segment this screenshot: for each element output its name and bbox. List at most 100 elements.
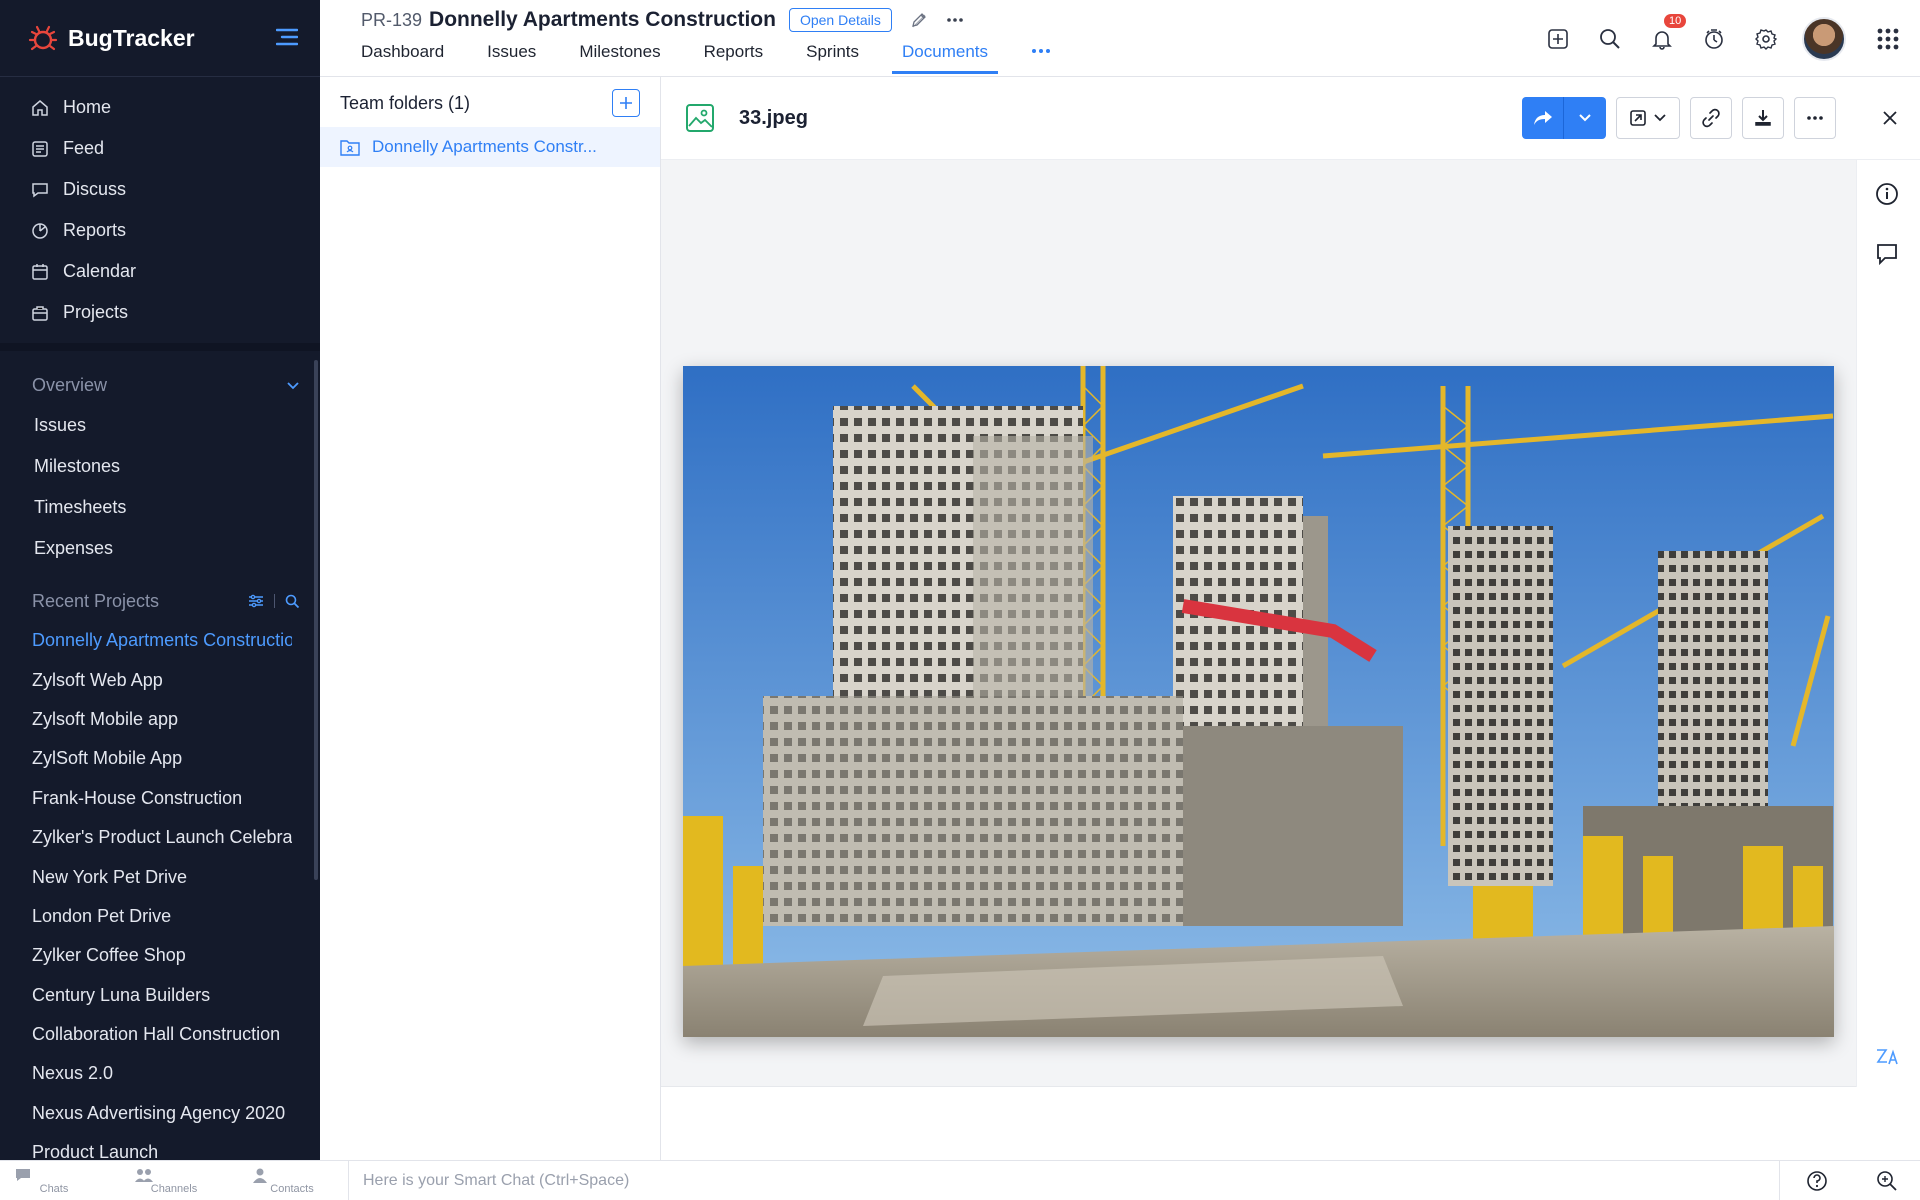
brand: BugTracker [0,0,320,77]
recent-project-item[interactable]: ZylSoft Mobile App [0,739,292,778]
nav-projects[interactable]: Projects [0,292,320,333]
nav-feed-label: Feed [63,138,105,158]
share-forward-icon[interactable] [1522,97,1564,139]
tab-issues[interactable]: Issues [487,42,536,75]
tab-sprints[interactable]: Sprints [806,42,859,75]
folder-item-label: Donnelly Apartments Constr... [372,137,597,156]
recent-project-item[interactable]: Frank-House Construction [0,779,292,818]
user-avatar-image [1802,16,1846,61]
channels-icon [134,1167,214,1183]
recent-project-item[interactable]: London Pet Drive [0,897,292,936]
recent-project-item[interactable]: Century Luna Builders [0,976,292,1015]
more-tabs-icon[interactable] [1031,42,1051,75]
tab-documents[interactable]: Documents [892,42,998,75]
main-nav: Home Feed Discuss Reports Calendar Proje… [0,77,320,343]
close-icon[interactable] [1860,110,1920,126]
smart-chat-input[interactable]: Here is your Smart Chat (Ctrl+Space) [348,1161,1780,1200]
comment-icon[interactable] [1875,242,1903,266]
open-external-icon [1630,110,1646,126]
share-split-button [1522,97,1606,139]
help-icon[interactable] [1806,1170,1828,1192]
notifications-bell-icon[interactable]: 10 [1636,13,1688,50]
overview-item-expenses[interactable]: Expenses [0,528,320,569]
chevron-down-icon[interactable] [1564,97,1606,139]
recent-project-item[interactable]: Nexus Advertising Agency 2020 [0,1094,292,1133]
add-new-icon[interactable] [1532,28,1584,50]
notification-count-badge: 10 [1664,13,1687,28]
sidebar-scrollbar[interactable] [314,360,318,880]
bottom-tab-chats[interactable]: Chats [14,1163,94,1195]
tab-dashboard[interactable]: Dashboard [361,42,444,75]
settings-gear-icon[interactable] [1740,28,1792,50]
home-icon [31,99,51,117]
menu-toggle-icon[interactable] [276,28,298,46]
bottom-bar: Chats Channels Contacts Here is your Sma… [0,1160,1920,1200]
chevron-down-icon [1654,114,1666,122]
recent-projects-header: Recent Projects [0,581,320,621]
team-folder-icon [340,138,360,156]
reports-icon [31,222,51,240]
nav-home[interactable]: Home [0,87,320,128]
overview-item-issues[interactable]: Issues [0,405,320,446]
sidebar: BugTracker Home Feed Discuss Reports Cal… [0,0,320,1160]
brand-name: BugTracker [68,24,195,51]
discuss-icon [31,181,51,199]
image-file-icon [685,103,715,133]
folder-item[interactable]: Donnelly Apartments Constr... [320,127,660,167]
overview-header[interactable]: Overview [0,365,320,405]
link-icon[interactable] [1690,97,1732,139]
open-with-dropdown[interactable] [1616,97,1680,139]
recent-project-item[interactable]: Zylker's Product Launch Celebration [0,818,292,857]
translate-icon[interactable] [1875,1046,1903,1068]
bottom-tab-contacts[interactable]: Contacts [252,1163,332,1195]
open-details-button[interactable]: Open Details [788,8,892,32]
recent-project-item[interactable]: Zylsoft Mobile app [0,700,292,739]
chats-icon [14,1167,94,1183]
header-actions: 10 [1532,0,1920,77]
app-grid-icon[interactable] [1856,28,1920,50]
recent-project-item[interactable]: Zylsoft Web App [0,660,292,699]
download-icon[interactable] [1742,97,1784,139]
project-title-row: PR-139 Donnelly Apartments Construction … [361,8,964,32]
overview-item-milestones[interactable]: Milestones [0,446,320,487]
chevron-down-icon[interactable] [286,380,300,390]
recent-project-item[interactable]: Donnelly Apartments Construction [0,621,292,660]
nav-feed[interactable]: Feed [0,128,320,169]
more-options-icon[interactable] [1794,97,1836,139]
add-folder-button[interactable] [612,89,640,117]
timer-icon[interactable] [1688,28,1740,50]
avatar[interactable] [1792,16,1856,61]
search-icon[interactable] [1584,28,1636,50]
nav-discuss[interactable]: Discuss [0,169,320,210]
top-header: PR-139 Donnelly Apartments Construction … [320,0,1920,77]
zoom-search-icon[interactable] [1876,1170,1898,1192]
recent-projects-title: Recent Projects [32,590,160,611]
recent-project-item[interactable]: Collaboration Hall Construction [0,1015,292,1054]
project-title: Donnelly Apartments Construction [429,8,776,31]
nav-projects-label: Projects [63,302,129,322]
edit-pencil-icon[interactable] [910,11,928,29]
more-options-icon[interactable] [946,17,964,23]
tab-milestones[interactable]: Milestones [579,42,660,75]
filter-icon[interactable] [248,594,264,608]
recent-project-item[interactable]: Product Launch [0,1133,292,1160]
construction-site-photo [683,366,1834,1037]
nav-reports-label: Reports [63,220,127,240]
tab-reports[interactable]: Reports [704,42,764,75]
recent-project-item[interactable]: Nexus 2.0 [0,1054,292,1093]
document-viewer: 33.jpeg [661,77,1920,1087]
calendar-icon [31,263,51,281]
overview-title: Overview [32,374,108,395]
bottom-tab-channels-label: Channels [150,1183,198,1195]
info-icon[interactable] [1875,182,1903,206]
viewer-actions [1522,97,1920,139]
overview-item-timesheets[interactable]: Timesheets [0,487,320,528]
search-icon[interactable] [285,594,300,609]
recent-project-item[interactable]: New York Pet Drive [0,857,292,896]
bottom-tab-contacts-label: Contacts [270,1183,314,1195]
folders-panel: Team folders (1) Donnelly Apartments Con… [320,77,661,1160]
recent-project-item[interactable]: Zylker Coffee Shop [0,936,292,975]
bottom-tab-channels[interactable]: Channels [134,1163,214,1195]
nav-calendar[interactable]: Calendar [0,251,320,292]
nav-reports[interactable]: Reports [0,210,320,251]
